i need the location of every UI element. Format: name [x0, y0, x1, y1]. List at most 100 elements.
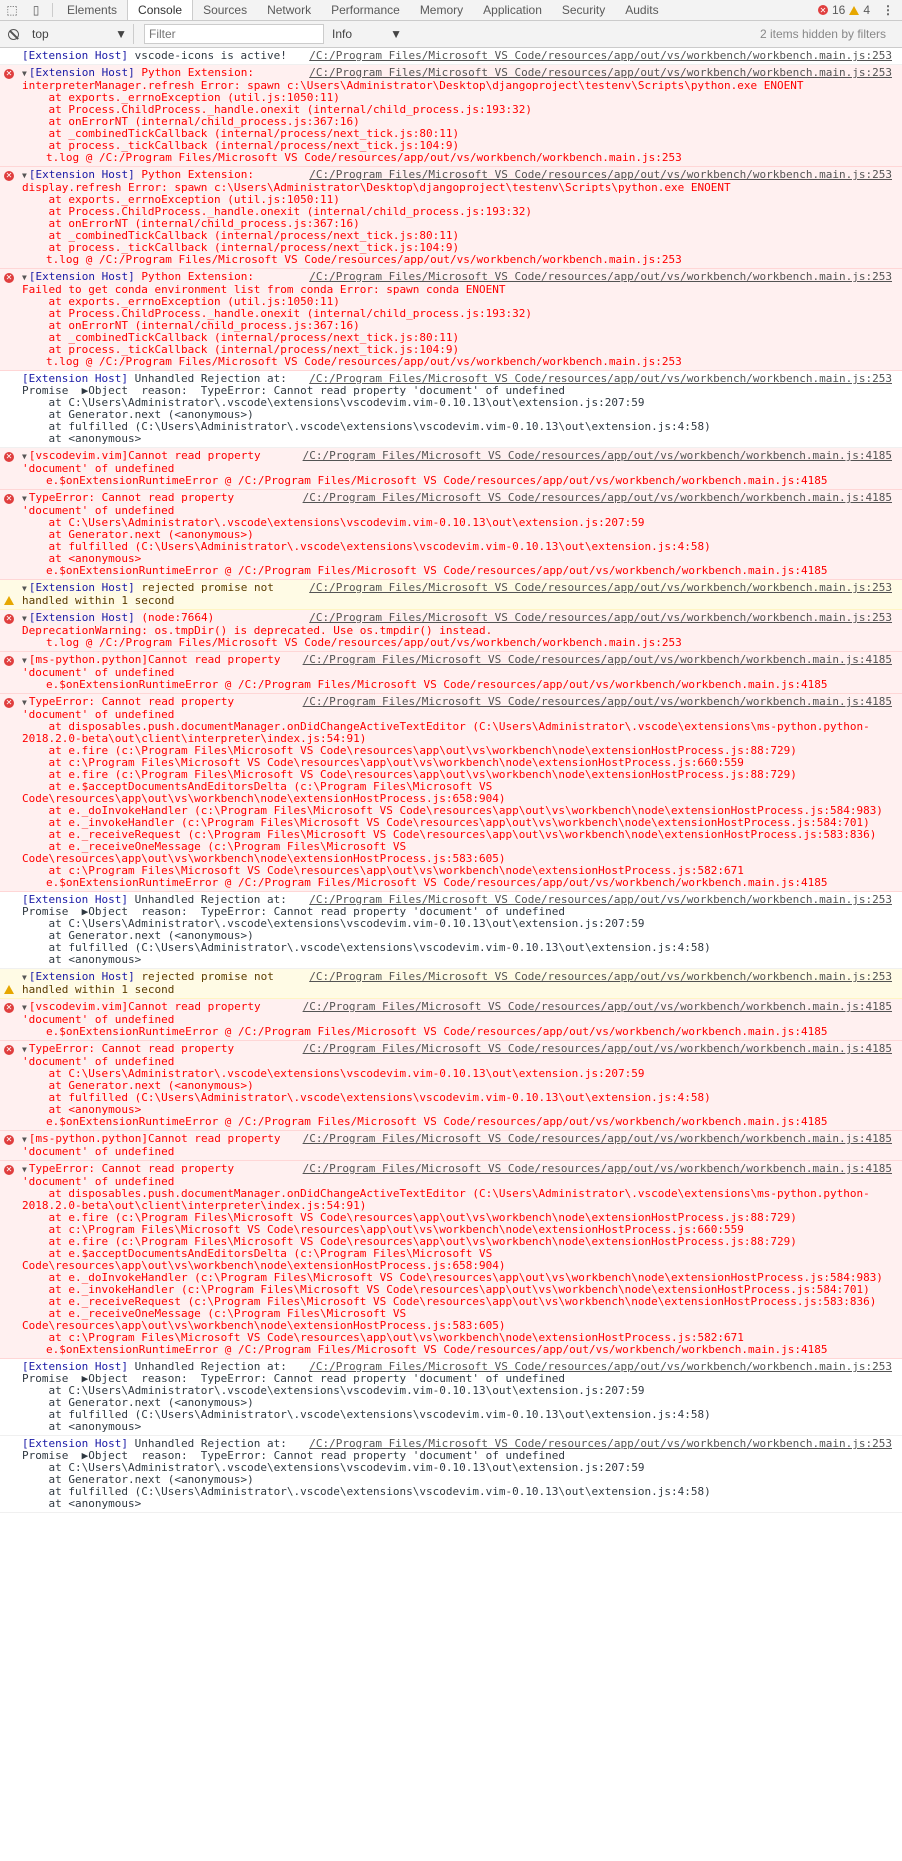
console-message: ✕ /C:/Program Files/Microsoft VS Code/res… [0, 999, 902, 1041]
expand-toggle-icon[interactable]: ▼ [22, 69, 27, 78]
device-toolbar-icon[interactable]: ▯ [24, 0, 48, 20]
filter-input[interactable] [144, 24, 324, 44]
expand-toggle-icon[interactable]: ▼ [22, 494, 27, 503]
expand-toggle-icon[interactable]: ▼ [22, 584, 27, 593]
expand-toggle-icon[interactable]: ▼ [22, 273, 27, 282]
console-message: ✕ /C:/Program Files/Microsoft VS Code/res… [0, 610, 902, 652]
log-level-selector[interactable]: Info ▼ [332, 27, 402, 41]
source-link[interactable]: /C:/Program Files/Microsoft VS Code/reso… [303, 1043, 892, 1055]
message-text: Python Extension: [134, 168, 255, 181]
clear-console-button[interactable] [0, 28, 26, 40]
source-link[interactable]: /C:/Program Files/Microsoft VS Code/reso… [303, 450, 892, 462]
stack-trace-link[interactable]: t.log @ /C:/Program Files/Microsoft VS C… [22, 637, 892, 649]
message-line: at fulfilled (C:\Users\Administrator\.vs… [22, 1091, 711, 1104]
expand-toggle-icon[interactable]: ▼ [22, 614, 27, 623]
tab-console[interactable]: Console [127, 0, 194, 20]
expand-toggle-icon[interactable]: ▼ [22, 1135, 27, 1144]
source-link[interactable]: /C:/Program Files/Microsoft VS Code/reso… [309, 67, 892, 79]
source-link[interactable]: /C:/Program Files/Microsoft VS Code/reso… [309, 971, 892, 983]
stack-trace-link[interactable]: e.$onExtensionRuntimeError @ /C:/Program… [22, 679, 892, 691]
expand-toggle-icon[interactable]: ▼ [22, 656, 27, 665]
expand-toggle-icon[interactable]: ▼ [22, 973, 27, 982]
tab-elements[interactable]: Elements [57, 0, 127, 20]
console-log: /C:/Program Files/Microsoft VS Code/reso… [0, 48, 902, 1513]
tab-memory[interactable]: Memory [410, 0, 473, 20]
context-selector[interactable]: top ▼ [26, 24, 134, 44]
source-link[interactable]: /C:/Program Files/Microsoft VS Code/reso… [309, 582, 892, 594]
console-message: ✕ /C:/Program Files/Microsoft VS Code/res… [0, 448, 902, 490]
warning-count-icon [849, 5, 860, 15]
console-message: ✕ /C:/Program Files/Microsoft VS Code/res… [0, 1041, 902, 1131]
message-text: TypeError: Cannot read property [28, 1042, 235, 1055]
source-link[interactable]: /C:/Program Files/Microsoft VS Code/reso… [309, 169, 892, 181]
message-line: handled within 1 second [22, 594, 175, 607]
source-link[interactable]: /C:/Program Files/Microsoft VS Code/reso… [309, 612, 892, 624]
stack-trace-link[interactable]: e.$onExtensionRuntimeError @ /C:/Program… [22, 1116, 892, 1128]
tab-application[interactable]: Application [473, 0, 552, 20]
source-link[interactable]: /C:/Program Files/Microsoft VS Code/reso… [309, 271, 892, 283]
console-message: ✕ /C:/Program Files/Microsoft VS Code/res… [0, 1131, 902, 1161]
source-link[interactable]: /C:/Program Files/Microsoft VS Code/reso… [303, 1163, 892, 1175]
tab-network[interactable]: Network [257, 0, 321, 20]
log-level-value: Info [332, 27, 353, 41]
inspect-element-icon[interactable]: ⬚ [0, 0, 24, 20]
tab-audits[interactable]: Audits [615, 0, 668, 20]
more-options-icon[interactable]: ⋮ [880, 3, 896, 17]
message-tag: [Extension Host] [28, 270, 135, 283]
stack-trace-link[interactable]: e.$onExtensionRuntimeError @ /C:/Program… [22, 565, 892, 577]
error-icon: ✕ [4, 171, 14, 181]
message-line: at fulfilled (C:\Users\Administrator\.vs… [22, 420, 711, 433]
issue-counts[interactable]: ✕ 16 4 [817, 3, 870, 17]
message-text: (node:7664) [134, 611, 215, 624]
source-link[interactable]: /C:/Program Files/Microsoft VS Code/reso… [303, 492, 892, 504]
console-message: /C:/Program Files/Microsoft VS Code/reso… [0, 969, 902, 999]
expand-toggle-icon[interactable]: ▼ [22, 1003, 27, 1012]
error-icon: ✕ [4, 698, 14, 708]
expand-toggle-icon[interactable]: ▼ [22, 698, 27, 707]
error-icon: ✕ [4, 452, 14, 462]
message-line: handled within 1 second [22, 983, 175, 996]
message-text: TypeError: Cannot read property [28, 1162, 235, 1175]
source-link[interactable]: /C:/Program Files/Microsoft VS Code/reso… [303, 1133, 892, 1145]
stack-trace-link[interactable]: e.$onExtensionRuntimeError @ /C:/Program… [22, 475, 892, 487]
stack-trace-link[interactable]: e.$onExtensionRuntimeError @ /C:/Program… [22, 1344, 892, 1356]
context-selector-value: top [32, 27, 49, 41]
chevron-down-icon: ▼ [115, 27, 127, 41]
expand-toggle-icon[interactable]: ▼ [22, 1165, 27, 1174]
console-message: /C:/Program Files/Microsoft VS Code/reso… [0, 1359, 902, 1436]
console-message: /C:/Program Files/Microsoft VS Code/reso… [0, 1436, 902, 1513]
stack-trace-link[interactable]: t.log @ /C:/Program Files/Microsoft VS C… [22, 152, 892, 164]
expand-toggle-icon[interactable]: ▼ [22, 171, 27, 180]
tab-sources[interactable]: Sources [193, 0, 257, 20]
stack-trace-link[interactable]: t.log @ /C:/Program Files/Microsoft VS C… [22, 356, 892, 368]
stack-trace-link[interactable]: t.log @ /C:/Program Files/Microsoft VS C… [22, 254, 892, 266]
expand-toggle-icon[interactable]: ▼ [22, 1045, 27, 1054]
message-tag: [Extension Host] [28, 581, 135, 594]
message-line: 'document' of undefined [22, 1145, 175, 1158]
warning-count: 4 [863, 3, 870, 17]
tab-performance[interactable]: Performance [321, 0, 410, 20]
message-tag: [Extension Host] [28, 66, 135, 79]
message-text: [vscodevim.vim]Cannot read property [28, 1000, 261, 1013]
source-link[interactable]: /C:/Program Files/Microsoft VS Code/reso… [309, 50, 892, 62]
expand-toggle-icon[interactable]: ▼ [22, 452, 27, 461]
error-icon: ✕ [4, 614, 14, 624]
source-link[interactable]: /C:/Program Files/Microsoft VS Code/reso… [303, 654, 892, 666]
error-icon: ✕ [4, 69, 14, 79]
console-toolbar: top ▼ Info ▼ 2 items hidden by filters [0, 21, 902, 48]
message-line: at <anonymous> [22, 953, 142, 966]
message-tag: [Extension Host] [28, 168, 135, 181]
console-message: ✕ /C:/Program Files/Microsoft VS Code/res… [0, 490, 902, 580]
console-message: ✕ /C:/Program Files/Microsoft VS Code/res… [0, 167, 902, 269]
stack-trace-link[interactable]: e.$onExtensionRuntimeError @ /C:/Program… [22, 877, 892, 889]
console-message: ✕ /C:/Program Files/Microsoft VS Code/res… [0, 1161, 902, 1359]
hidden-items-status: 2 items hidden by filters [759, 27, 886, 41]
console-message: /C:/Program Files/Microsoft VS Code/reso… [0, 580, 902, 610]
message-line: at <anonymous> [22, 1420, 142, 1433]
error-icon: ✕ [4, 494, 14, 504]
tab-security[interactable]: Security [552, 0, 615, 20]
message-tag: [Extension Host] [28, 611, 135, 624]
source-link[interactable]: /C:/Program Files/Microsoft VS Code/reso… [303, 1001, 892, 1013]
stack-trace-link[interactable]: e.$onExtensionRuntimeError @ /C:/Program… [22, 1026, 892, 1038]
source-link[interactable]: /C:/Program Files/Microsoft VS Code/reso… [303, 696, 892, 708]
